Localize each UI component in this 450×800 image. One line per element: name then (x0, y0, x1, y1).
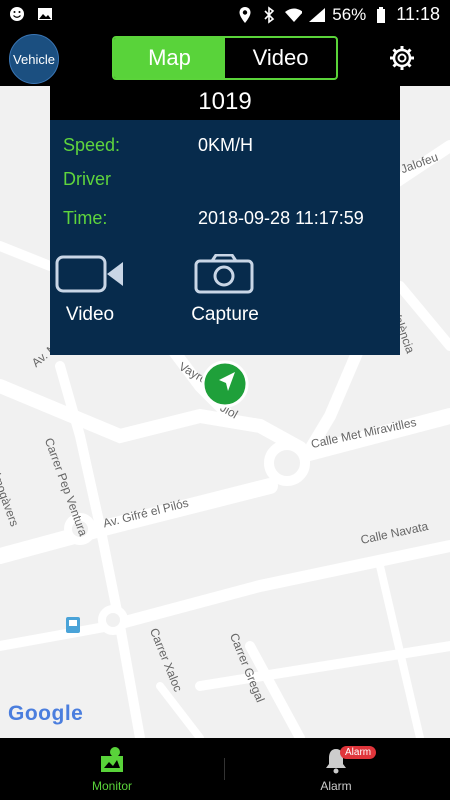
tab-map[interactable]: Map (114, 38, 225, 78)
speed-value: 0KM/H (198, 135, 254, 155)
driver-label: Driver (63, 169, 111, 189)
view-switcher: Map Video (112, 36, 338, 80)
location-icon (236, 6, 254, 24)
speed-row: Speed: 0KM/H (63, 135, 253, 156)
signal-icon (308, 6, 326, 24)
top-bar: Vehicle Map Video (0, 30, 450, 86)
alarm-badge: Alarm (340, 746, 377, 759)
tab-video[interactable]: Video (225, 38, 336, 78)
status-time: 11:18 (396, 4, 440, 24)
vehicle-marker[interactable] (201, 360, 249, 408)
time-label: Time: (63, 208, 108, 228)
battery-icon (372, 6, 390, 24)
time-row: Time: 2018-09-28 11:17:59 (63, 208, 364, 229)
video-button[interactable]: Video (50, 254, 130, 326)
bottom-nav: Monitor Alarm Alarm (0, 738, 450, 800)
speed-label: Speed: (63, 135, 121, 155)
wifi-icon (284, 6, 303, 24)
image-icon (36, 5, 54, 23)
driver-row: Driver (63, 169, 111, 190)
time-value: 2018-09-28 11:17:59 (198, 208, 364, 228)
nav-alarm-label: Alarm (320, 779, 352, 793)
camera-icon (194, 254, 254, 294)
vehicle-button[interactable]: Vehicle (9, 34, 59, 84)
nav-monitor-label: Monitor (91, 779, 132, 793)
battery-percent: 56% (332, 4, 367, 24)
monitor-icon (101, 747, 123, 772)
capture-button-label: Capture (191, 304, 259, 325)
google-logo: Google (8, 702, 84, 725)
video-button-label: Video (65, 304, 115, 325)
nav-divider (224, 758, 225, 780)
nav-monitor[interactable]: Monitor (67, 746, 157, 793)
status-bar: 56% 11:18 (0, 0, 450, 30)
capture-button[interactable]: Capture (185, 254, 265, 326)
popup-vehicle-id: 1019 (50, 82, 400, 120)
video-camera-icon (55, 255, 123, 293)
bluetooth-icon (260, 5, 278, 24)
smiley-icon (8, 5, 26, 23)
gear-icon[interactable] (389, 45, 415, 71)
vehicle-info-popup: 1019 Speed: 0KM/H Driver Time: 2018-09-2… (50, 82, 400, 355)
